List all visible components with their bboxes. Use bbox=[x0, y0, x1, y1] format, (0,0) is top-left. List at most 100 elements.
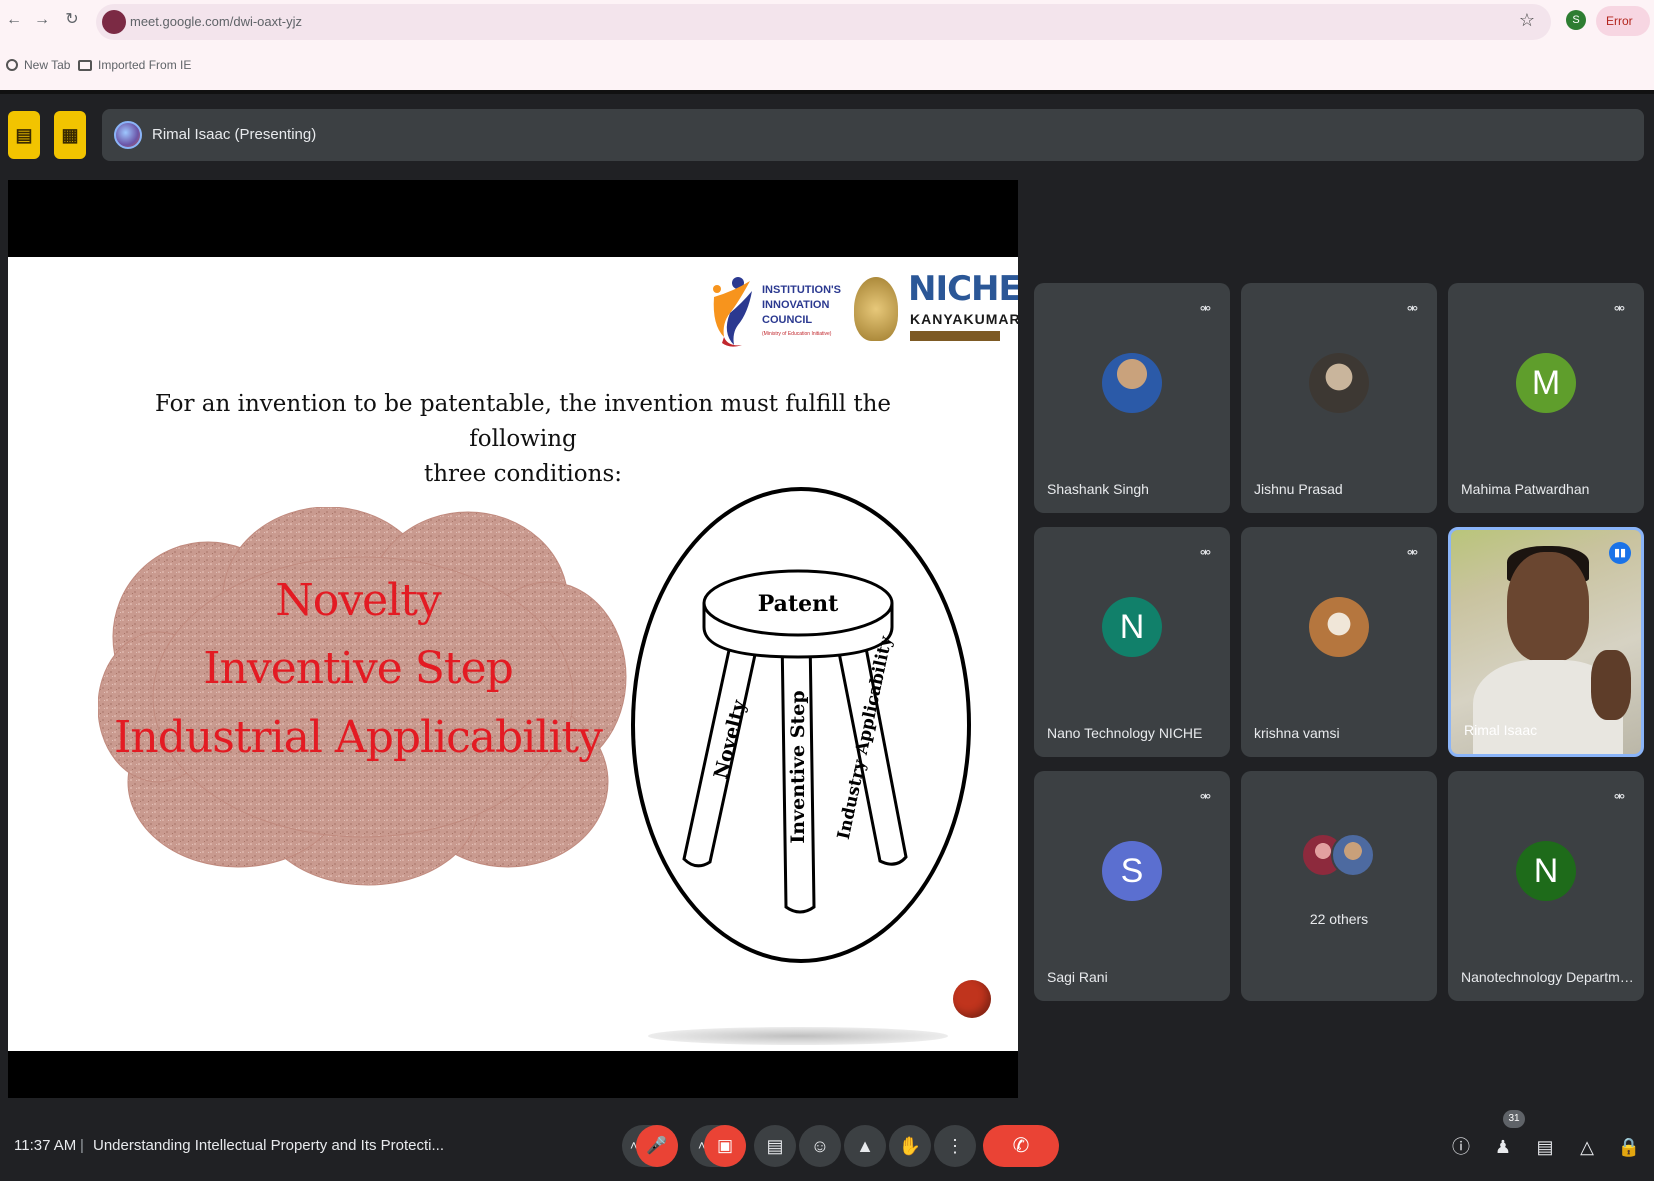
presenter-bar: Rimal Isaac (Presenting) bbox=[102, 109, 1644, 161]
camera-control[interactable]: ˄ ▣ bbox=[690, 1125, 746, 1167]
slide-heading: For an invention to be patentable, the i… bbox=[98, 387, 948, 492]
participant-photo bbox=[1331, 833, 1375, 877]
chat-icon[interactable]: ▤ bbox=[1532, 1134, 1558, 1160]
participant-tile[interactable]: ⚮ N Nanotechnology Departme... bbox=[1448, 771, 1644, 1001]
stool-leg-inventive-step: Inventive Step bbox=[787, 690, 809, 843]
speaking-indicator-icon: ▮▮ bbox=[1609, 542, 1631, 564]
url-text: meet.google.com/dwi-oaxt-yjz bbox=[130, 14, 302, 29]
recording-icon[interactable]: ▦ bbox=[54, 111, 86, 159]
mic-off-icon: ⚮ bbox=[1407, 301, 1418, 316]
participant-name: Sagi Rani bbox=[1047, 969, 1108, 985]
niche-logo-subtitle: KANYAKUMARI bbox=[910, 311, 1018, 327]
mic-control[interactable]: ˄ 🎤 bbox=[622, 1125, 678, 1167]
mic-off-icon: ⚮ bbox=[1200, 789, 1211, 804]
mic-off-icon: ⚮ bbox=[1200, 545, 1211, 560]
raise-hand-icon[interactable]: ✋ bbox=[889, 1125, 931, 1167]
participant-tile[interactable]: ⚮ M Mahima Patwardhan bbox=[1448, 283, 1644, 513]
mic-off-icon: ⚮ bbox=[1407, 545, 1418, 560]
participant-name: Nanotechnology Departme... bbox=[1461, 969, 1637, 985]
host-controls-icon[interactable]: 🔒 bbox=[1616, 1134, 1642, 1160]
profile-avatar[interactable]: S bbox=[1566, 10, 1586, 30]
mic-off-icon: ⚮ bbox=[1614, 301, 1625, 316]
video-person-hand bbox=[1591, 650, 1631, 720]
cloud-item-novelty: Novelty bbox=[275, 575, 442, 626]
niche-logo-bar bbox=[910, 331, 1000, 341]
participant-tile[interactable]: ⚮ N Nano Technology NICHE bbox=[1034, 527, 1230, 757]
iic-logo bbox=[713, 277, 752, 347]
participant-avatar: N bbox=[1102, 597, 1162, 657]
patent-stool-diagram: Patent Novelty Inventive Step Industry A… bbox=[631, 487, 971, 963]
participant-count-badge: 31 bbox=[1503, 1110, 1525, 1128]
meeting-time: 11:37 AM bbox=[14, 1137, 77, 1154]
meeting-separator: | bbox=[80, 1137, 84, 1154]
others-tile[interactable]: 22 others bbox=[1241, 771, 1437, 1001]
notes-icon[interactable]: ▤ bbox=[8, 111, 40, 159]
mic-off-icon: ⚮ bbox=[1200, 301, 1211, 316]
slide-logos: INSTITUTION'S INNOVATION COUNCIL (Minist… bbox=[708, 265, 1018, 349]
activities-icon[interactable]: △ bbox=[1574, 1134, 1600, 1160]
bookmark-imported-from-ie[interactable]: Imported From IE bbox=[78, 58, 191, 72]
present-icon[interactable]: ▲ bbox=[844, 1125, 886, 1167]
end-call-icon[interactable]: ✆ bbox=[983, 1125, 1059, 1167]
people-icon[interactable]: ♟ bbox=[1490, 1134, 1516, 1160]
niche-logo-title: NICHE bbox=[908, 269, 1018, 309]
iic-logo-sub: (Ministry of Education Initiative) bbox=[762, 331, 832, 337]
address-bar[interactable]: meet.google.com/dwi-oaxt-yjz ☆ bbox=[96, 4, 1551, 40]
bookmark-label: Imported From IE bbox=[98, 58, 192, 72]
participant-avatar: S bbox=[1102, 841, 1162, 901]
presentation-stage: INSTITUTION'S INNOVATION COUNCIL (Minist… bbox=[8, 180, 1018, 1098]
mic-off-icon[interactable]: 🎤 bbox=[636, 1125, 678, 1167]
video-person bbox=[1507, 552, 1589, 662]
shared-slide: INSTITUTION'S INNOVATION COUNCIL (Minist… bbox=[8, 257, 1018, 1051]
iic-line: COUNCIL bbox=[762, 314, 813, 326]
iic-line: INNOVATION bbox=[762, 299, 830, 311]
participant-photo bbox=[1102, 353, 1162, 413]
browser-toolbar: ← → ↻ meet.google.com/dwi-oaxt-yjz ☆ S E… bbox=[0, 0, 1654, 93]
participant-name: Jishnu Prasad bbox=[1254, 481, 1343, 497]
error-label: Error bbox=[1606, 14, 1633, 28]
others-avatars bbox=[1301, 833, 1381, 889]
participant-tile[interactable]: ⚮ Jishnu Prasad bbox=[1241, 283, 1437, 513]
participant-tile[interactable]: ⚮ krishna vamsi bbox=[1241, 527, 1437, 757]
participant-name: Mahima Patwardhan bbox=[1461, 481, 1590, 497]
slide-record-dot bbox=[953, 980, 991, 1018]
bookmark-label: New Tab bbox=[24, 58, 71, 72]
globe-icon bbox=[6, 59, 18, 71]
participant-tile[interactable]: ⚮ S Sagi Rani bbox=[1034, 771, 1230, 1001]
site-info-icon[interactable] bbox=[102, 10, 126, 34]
participant-name: Nano Technology NICHE bbox=[1047, 725, 1203, 741]
meet-control-bar: 11:37 AM | Understanding Intellectual Pr… bbox=[0, 1110, 1654, 1181]
browser-divider bbox=[0, 90, 1654, 94]
folder-icon bbox=[78, 59, 92, 71]
slide-heading-line: For an invention to be patentable, the i… bbox=[154, 391, 892, 452]
reload-icon[interactable]: ↻ bbox=[60, 8, 84, 32]
iic-line: INSTITUTION'S bbox=[762, 284, 842, 296]
participant-name: Rimal Isaac bbox=[1464, 722, 1538, 738]
mic-off-icon: ⚮ bbox=[1614, 789, 1625, 804]
participant-avatar: N bbox=[1516, 841, 1576, 901]
others-count-label: 22 others bbox=[1309, 911, 1369, 927]
emoji-icon[interactable]: ☺ bbox=[799, 1125, 841, 1167]
presenter-avatar bbox=[114, 121, 142, 149]
presenter-label: Rimal Isaac (Presenting) bbox=[152, 126, 317, 143]
camera-off-icon[interactable]: ▣ bbox=[704, 1125, 746, 1167]
niche-seal-logo bbox=[854, 277, 898, 341]
participant-name: Shashank Singh bbox=[1047, 481, 1149, 497]
more-options-icon[interactable]: ⋮ bbox=[934, 1125, 976, 1167]
captions-icon[interactable]: ▤ bbox=[754, 1125, 796, 1167]
meeting-info-icon[interactable]: ⓘ bbox=[1448, 1134, 1474, 1160]
error-button[interactable]: Error bbox=[1596, 6, 1650, 36]
participant-tile-speaking[interactable]: ▮▮ Rimal Isaac bbox=[1448, 527, 1644, 757]
forward-icon[interactable]: → bbox=[30, 8, 54, 32]
iic-logo-text: INSTITUTION'S INNOVATION COUNCIL bbox=[762, 283, 841, 328]
participant-name: krishna vamsi bbox=[1254, 725, 1340, 741]
back-icon[interactable]: ← bbox=[2, 8, 26, 32]
participant-avatar: M bbox=[1516, 353, 1576, 413]
cloud-item-inventive-step: Inventive Step bbox=[203, 643, 514, 694]
stool-seat-label: Patent bbox=[758, 591, 839, 617]
bookmark-new-tab[interactable]: New Tab bbox=[6, 58, 70, 72]
bookmark-star-icon[interactable]: ☆ bbox=[1519, 10, 1535, 31]
cloud-item-industrial-applicability: Industrial Applicability bbox=[114, 712, 603, 763]
participant-photo bbox=[1309, 353, 1369, 413]
participant-tile[interactable]: ⚮ Shashank Singh bbox=[1034, 283, 1230, 513]
